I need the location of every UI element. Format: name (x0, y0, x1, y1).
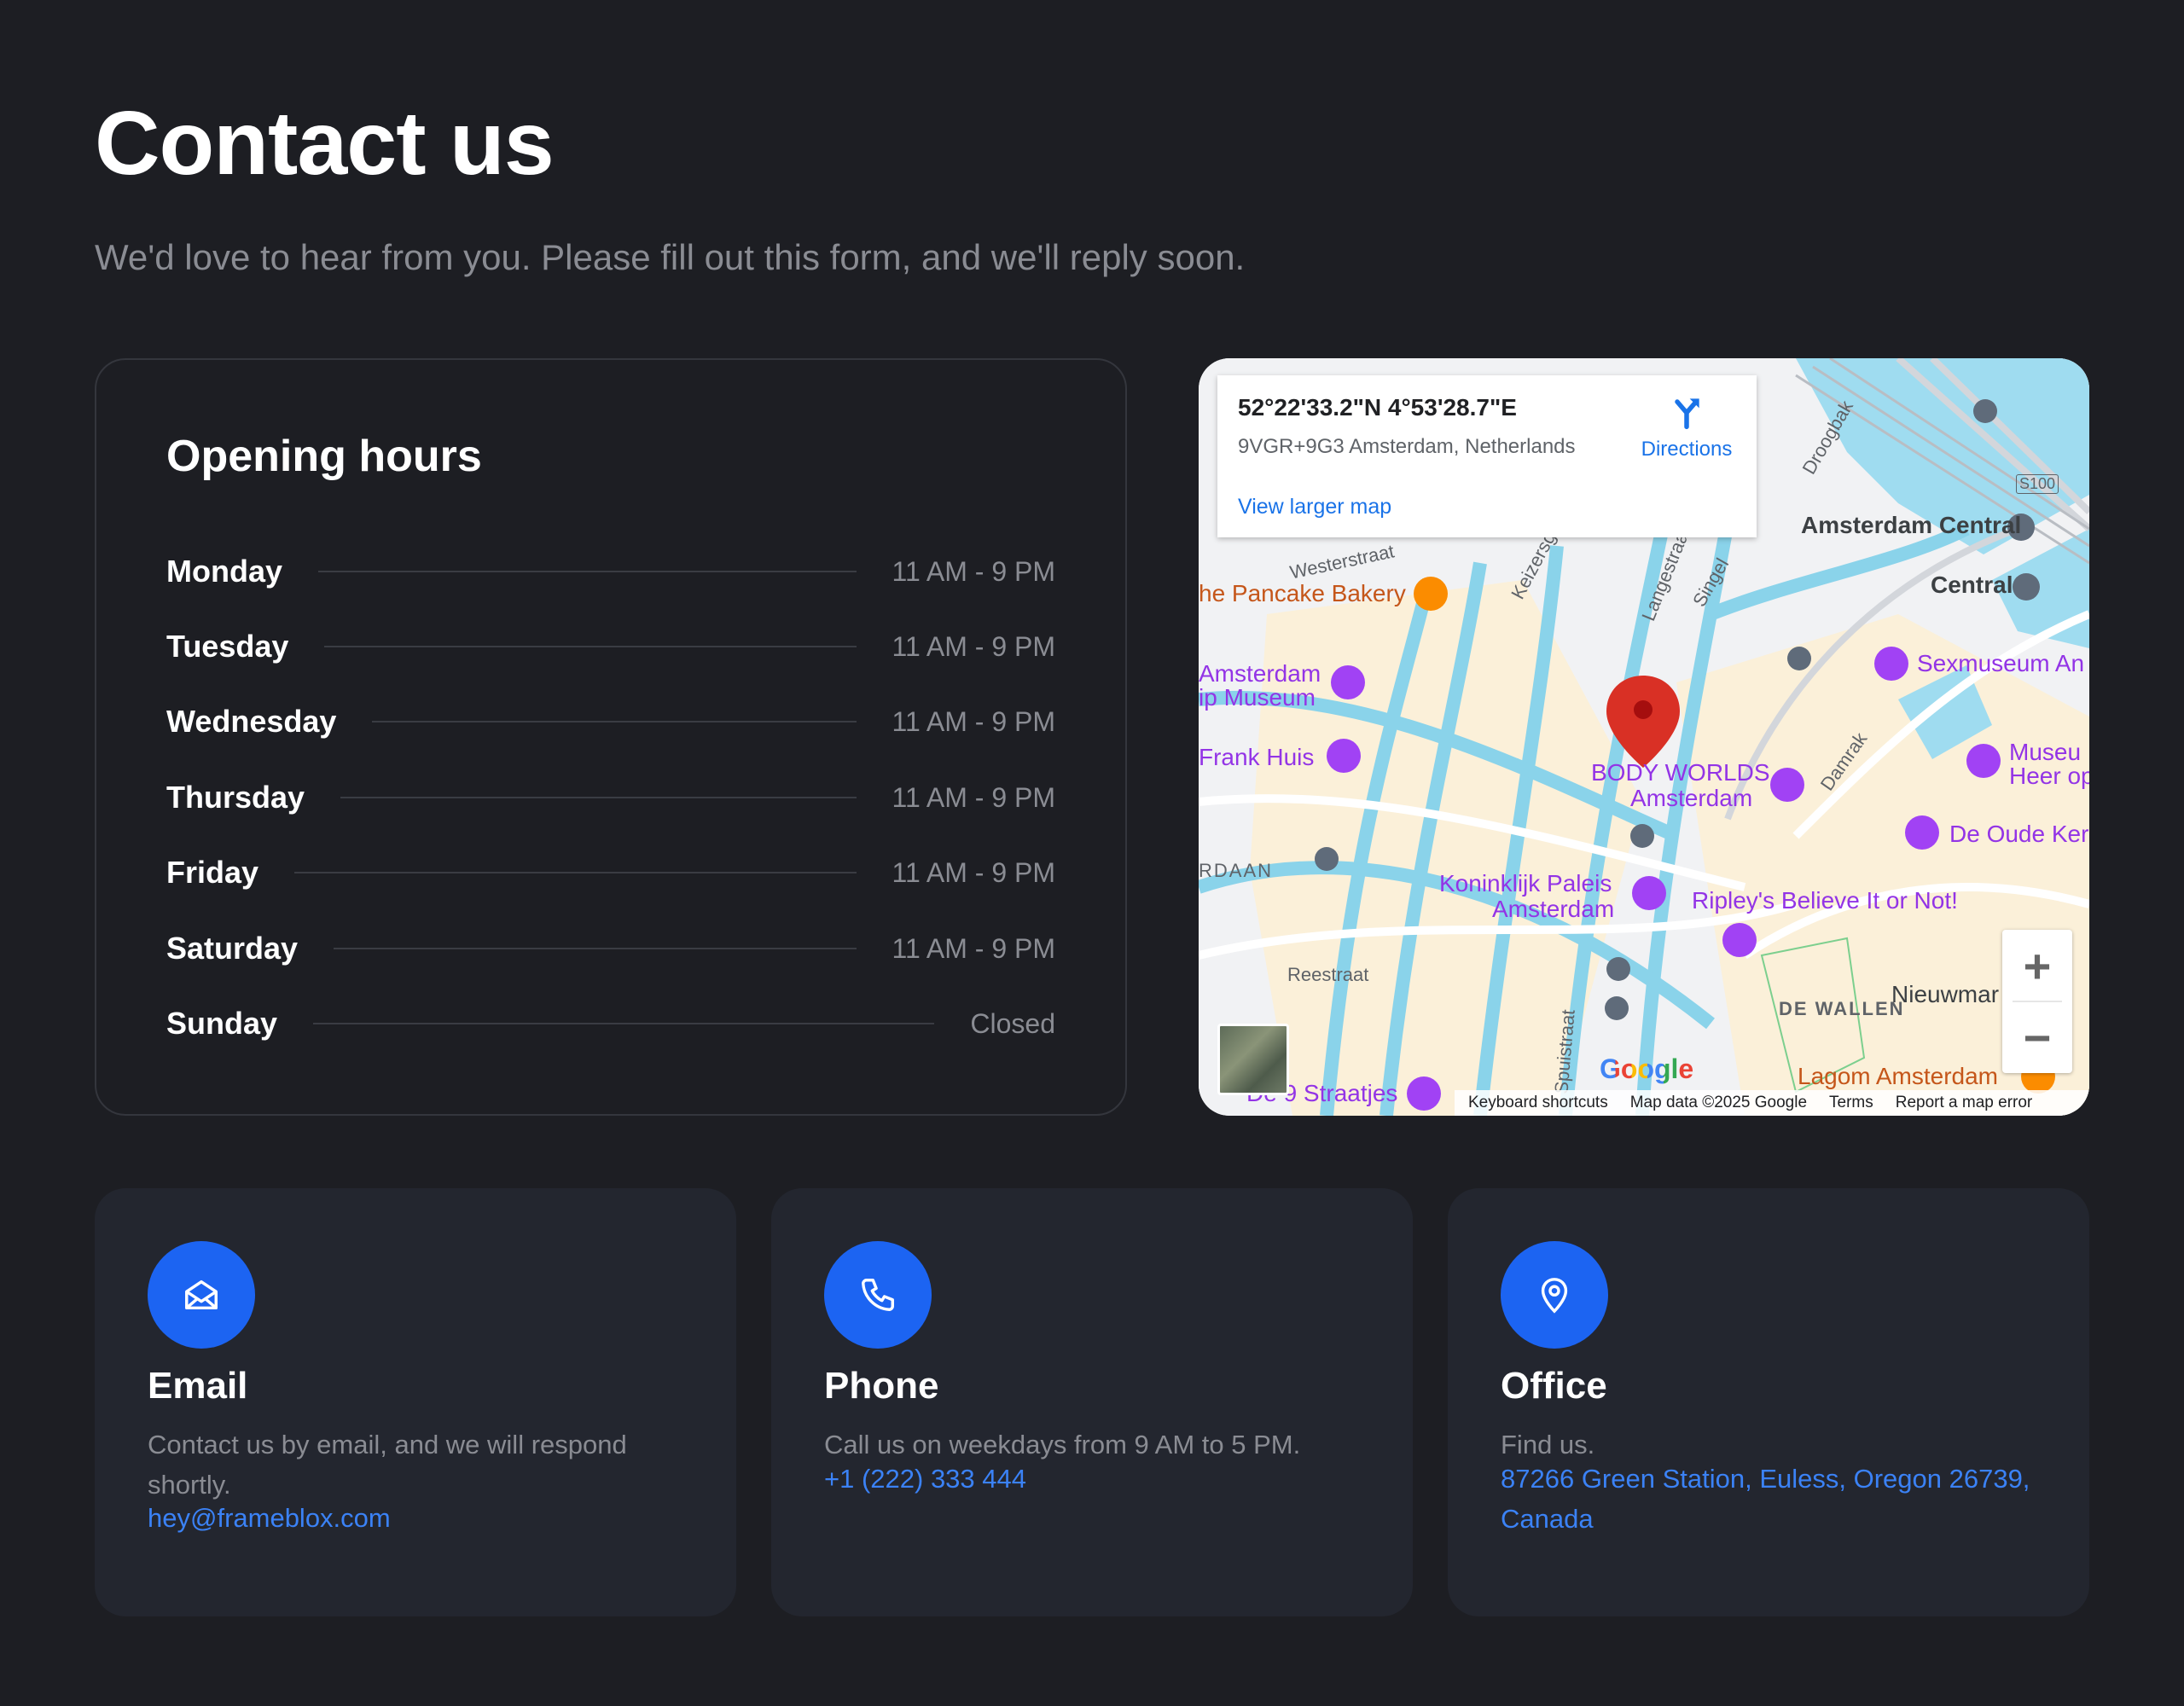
keyboard-shortcuts-link[interactable]: Keyboard shortcuts (1468, 1094, 1608, 1112)
hours-row-friday: Friday 11 AM - 9 PM (166, 847, 1055, 898)
map-poi-label[interactable]: Lagom Amsterdam (1798, 1063, 1998, 1090)
map-area-label: RDAAN (1199, 860, 1274, 881)
hours-row-wednesday: Wednesday 11 AM - 9 PM (166, 696, 1055, 747)
hours-day: Sunday (166, 1006, 278, 1041)
hours-day: Friday (166, 855, 259, 890)
zoom-controls: + − (2002, 930, 2072, 1073)
hours-divider (324, 646, 857, 647)
view-larger-map-link[interactable]: View larger map (1238, 495, 1391, 519)
page-title: Contact us (95, 93, 555, 194)
phone-icon (862, 1279, 894, 1311)
map-poi-label[interactable]: ip Museum (1199, 684, 1316, 711)
map-poi-label[interactable]: De Oude Ker (1949, 821, 2088, 848)
hours-row-sunday: Sunday Closed (166, 998, 1055, 1049)
hours-divider (318, 571, 857, 572)
hours-day: Saturday (166, 931, 299, 966)
page-subtitle: We'd love to hear from you. Please fill … (95, 237, 1246, 277)
email-title: Email (148, 1365, 248, 1407)
opening-hours-card: Opening hours Monday 11 AM - 9 PM Tuesda… (95, 358, 1127, 1116)
map-poi-label[interactable]: he Pancake Bakery (1199, 580, 1406, 607)
hours-day: Wednesday (166, 704, 337, 739)
hours-row-saturday: Saturday 11 AM - 9 PM (166, 923, 1055, 974)
terms-link[interactable]: Terms (1829, 1094, 1873, 1112)
directions-icon (1675, 398, 1699, 430)
hours-time: 11 AM - 9 PM (892, 932, 1055, 964)
map-poi-label[interactable]: Amsterdam Central (1801, 512, 2021, 539)
email-icon-circle (148, 1241, 255, 1349)
hours-time: Closed (970, 1007, 1055, 1039)
map-poi-label[interactable]: Ripley's Believe It or Not! (1692, 887, 1958, 914)
phone-icon-circle (824, 1241, 932, 1349)
map-street-label: Reestraat (1287, 964, 1369, 985)
hours-divider (313, 1023, 935, 1024)
map-poi-label[interactable]: Amsterdam (1630, 785, 1752, 812)
map-address: 9VGR+9G3 Amsterdam, Netherlands (1238, 435, 1576, 458)
zoom-in-button[interactable]: + (2002, 930, 2072, 1001)
hours-time: 11 AM - 9 PM (892, 630, 1055, 662)
hours-row-tuesday: Tuesday 11 AM - 9 PM (166, 621, 1055, 672)
office-address-link[interactable]: 87266 Green Station, Euless, Oregon 2673… (1501, 1459, 2038, 1539)
map-poi-label[interactable]: Central (1931, 572, 2013, 599)
hours-divider (294, 872, 857, 873)
hours-day: Monday (166, 554, 283, 589)
map-poi-label[interactable]: Frank Huis (1199, 744, 1314, 771)
map-embed[interactable]: he Pancake Bakery Amsterdam Central Cent… (1199, 358, 2089, 1116)
email-link[interactable]: hey@frameblox.com (148, 1499, 685, 1539)
map-info-window: 52°22'33.2"N 4°53'28.7"E 9VGR+9G3 Amster… (1217, 375, 1757, 537)
map-data-attribution: Map data ©2025 Google (1629, 1094, 1808, 1111)
office-title: Office (1501, 1365, 1607, 1407)
directions-label: Directions (1641, 438, 1733, 461)
phone-card: Phone Call us on weekdays from 9 AM to 5… (771, 1188, 1413, 1616)
hours-time: 11 AM - 9 PM (892, 555, 1055, 587)
hours-time: 11 AM - 9 PM (892, 705, 1055, 737)
map-poi-label[interactable]: BODY WORLDS (1591, 759, 1770, 786)
map-poi-label[interactable]: Heer op (2009, 763, 2089, 790)
map-footer: Keyboard shortcuts Map data ©2025 Google… (1455, 1090, 2089, 1116)
map-poi-label[interactable]: Amsterdam (1492, 896, 1614, 923)
hours-row-monday: Monday 11 AM - 9 PM (166, 546, 1055, 597)
map-pin-icon (1541, 1278, 1568, 1314)
map-poi-label[interactable]: Koninklijk Paleis (1439, 870, 1612, 897)
map-coordinates: 52°22'33.2"N 4°53'28.7"E (1238, 394, 1517, 421)
phone-link[interactable]: +1 (222) 333 444 (824, 1459, 1362, 1500)
google-logo: Google (1600, 1053, 1693, 1085)
hours-time: 11 AM - 9 PM (892, 856, 1055, 888)
email-description: Contact us by email, and we will respond… (148, 1430, 627, 1500)
opening-hours-title: Opening hours (166, 432, 482, 481)
hours-row-thursday: Thursday 11 AM - 9 PM (166, 772, 1055, 823)
hours-divider (340, 797, 857, 798)
hours-divider (334, 948, 857, 949)
office-card: Office Find us. 87266 Green Station, Eul… (1448, 1188, 2089, 1616)
hours-divider (372, 721, 857, 722)
map-poi-label: Nieuwmar (1891, 981, 2000, 1007)
directions-button[interactable]: Directions (1627, 392, 1746, 461)
report-map-error-link[interactable]: Report a map error (1896, 1094, 2033, 1112)
phone-title: Phone (824, 1365, 939, 1407)
hours-time: 11 AM - 9 PM (892, 781, 1055, 813)
hours-day: Tuesday (166, 629, 289, 664)
map-route-shield: S100 (2016, 474, 2059, 494)
hours-day: Thursday (166, 780, 305, 815)
google-logo-text: Google (1600, 1053, 1694, 1084)
map-poi-label[interactable]: Sexmuseum An (1917, 650, 2084, 677)
map-area-label: DE WALLEN (1779, 998, 1905, 1019)
mail-open-icon (185, 1280, 218, 1310)
office-icon-circle (1501, 1241, 1608, 1349)
zoom-out-button[interactable]: − (2002, 1001, 2072, 1073)
satellite-toggle[interactable] (1217, 1024, 1289, 1095)
email-card: Email Contact us by email, and we will r… (95, 1188, 736, 1616)
